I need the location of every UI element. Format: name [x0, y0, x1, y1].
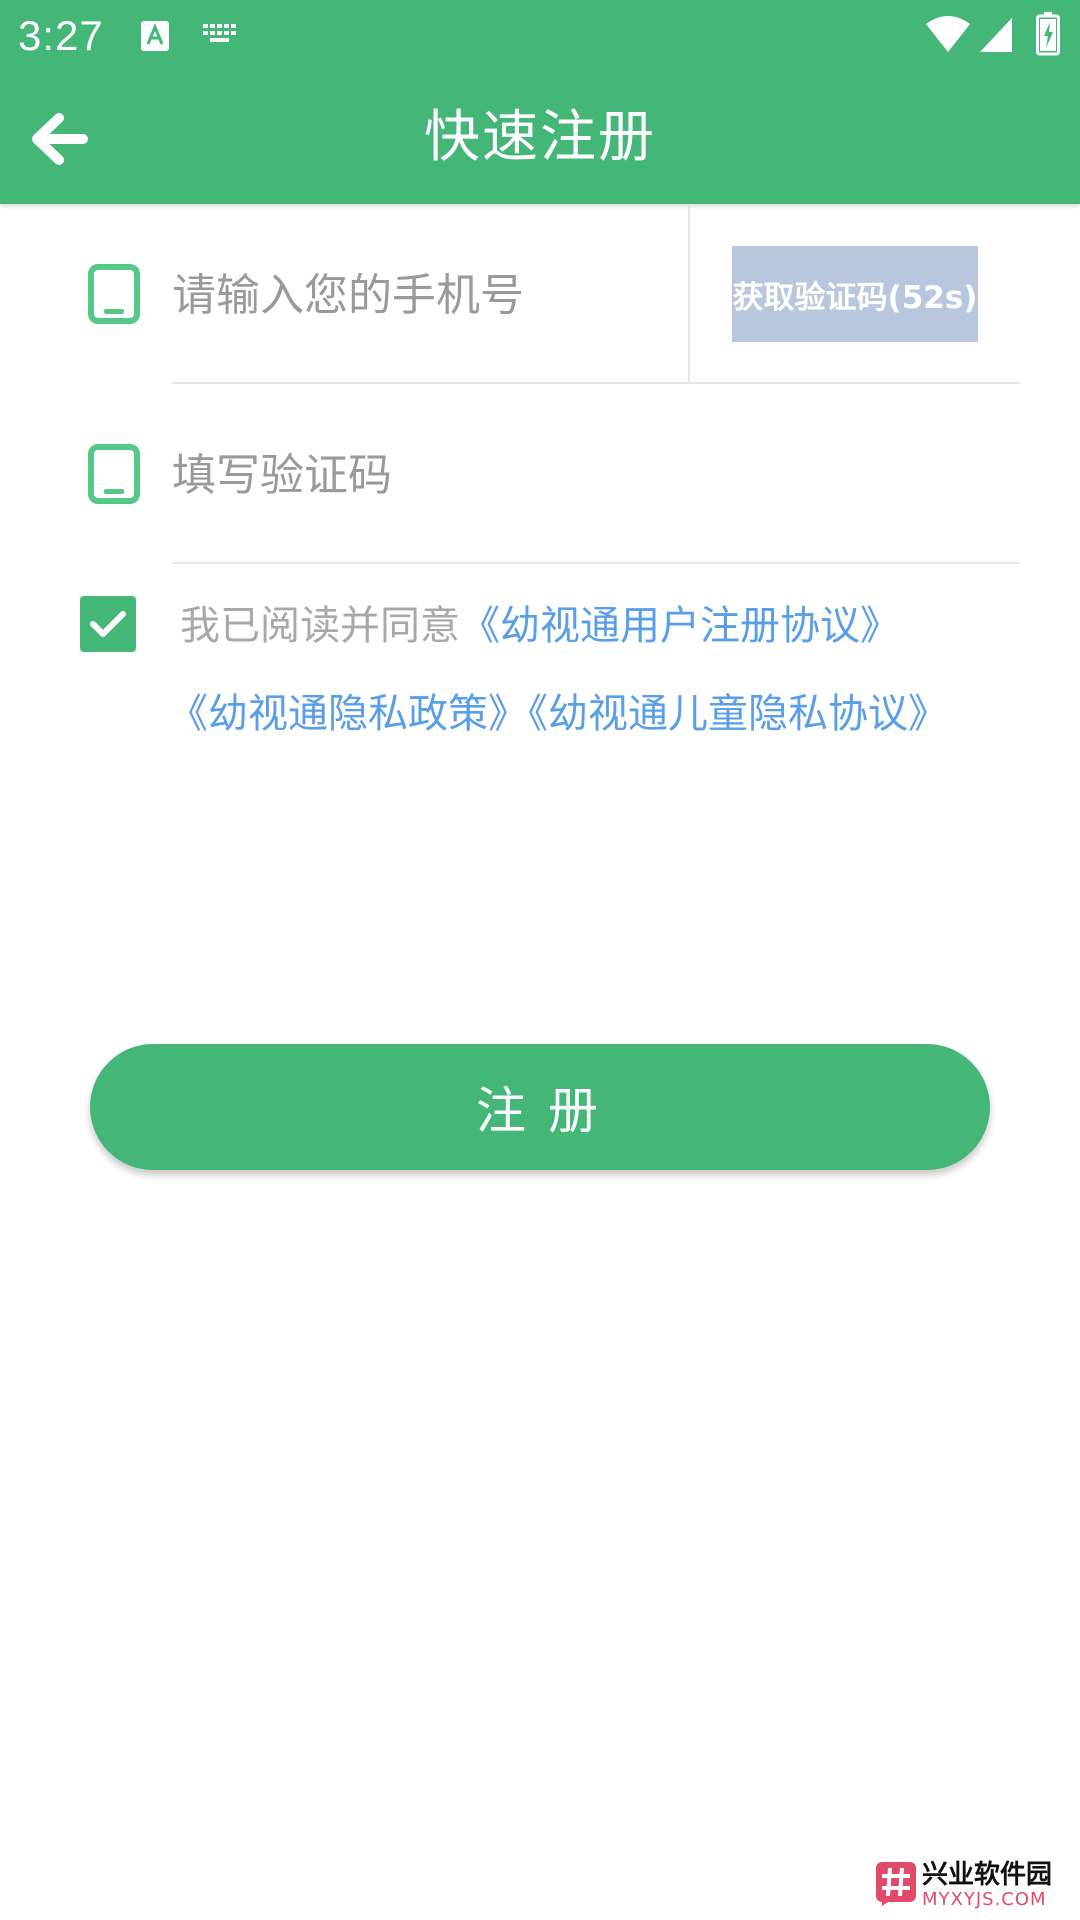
phone-icon: [88, 444, 140, 504]
agreement-line-2: 《幼视通隐私政策》《幼视通儿童隐私协议》: [168, 684, 948, 744]
code-divider: [172, 562, 1020, 564]
code-input[interactable]: [172, 440, 992, 510]
agreement-line-1: 我已阅读并同意《幼视通用户注册协议》: [180, 596, 900, 656]
wifi-icon: [926, 16, 970, 52]
watermark-subtitle: MYXYJS.COM: [922, 1889, 1047, 1910]
hash-logo-icon: [876, 1862, 916, 1906]
back-button[interactable]: [24, 104, 94, 174]
battery-charging-icon: [1036, 12, 1060, 56]
register-screen: 3:27 快速注册 请输入您的手机号 获取验证码(52s) 填写验证码 我已阅读…: [0, 0, 1080, 1920]
cell-signal-icon: [980, 18, 1012, 52]
watermark-title: 兴业软件园: [922, 1860, 1053, 1890]
phone-icon: [88, 264, 140, 324]
site-watermark: 兴业软件园 MYXYJS.COM: [876, 1860, 1072, 1912]
app-bar: 快速注册: [0, 72, 1080, 204]
get-code-button[interactable]: 获取验证码(52s): [732, 246, 978, 342]
user-agreement-link[interactable]: 《幼视通用户注册协议》: [460, 603, 900, 649]
code-row: [0, 384, 1080, 564]
phone-row: 获取验证码(52s): [0, 204, 1080, 384]
keyboard-icon: [203, 24, 236, 42]
phone-input[interactable]: [172, 260, 672, 330]
privacy-policy-link[interactable]: 《幼视通隐私政策》: [168, 691, 528, 737]
page-title: 快速注册: [424, 105, 656, 170]
checkmark-icon: [90, 611, 126, 637]
agree-checkbox[interactable]: [80, 596, 136, 652]
back-arrow-icon: [32, 113, 88, 165]
agreement-prefix: 我已阅读并同意: [180, 603, 460, 649]
register-button[interactable]: 注册: [90, 1044, 990, 1170]
status-time: 3:27: [18, 12, 104, 59]
status-bar: 3:27: [0, 0, 1080, 72]
agreement-section: 我已阅读并同意《幼视通用户注册协议》 《幼视通隐私政策》《幼视通儿童隐私协议》: [0, 580, 1080, 760]
vertical-divider: [688, 204, 690, 382]
child-privacy-link[interactable]: 《幼视通儿童隐私协议》: [528, 691, 948, 737]
text-input-a-icon: [141, 21, 169, 51]
